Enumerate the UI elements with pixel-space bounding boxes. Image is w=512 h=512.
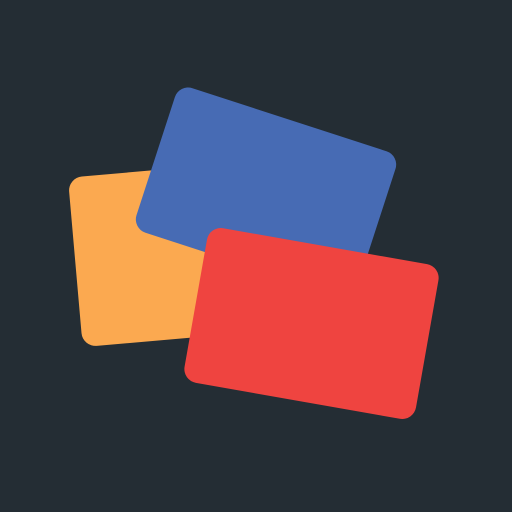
icon-canvas [0, 0, 512, 512]
red-card [182, 225, 441, 422]
